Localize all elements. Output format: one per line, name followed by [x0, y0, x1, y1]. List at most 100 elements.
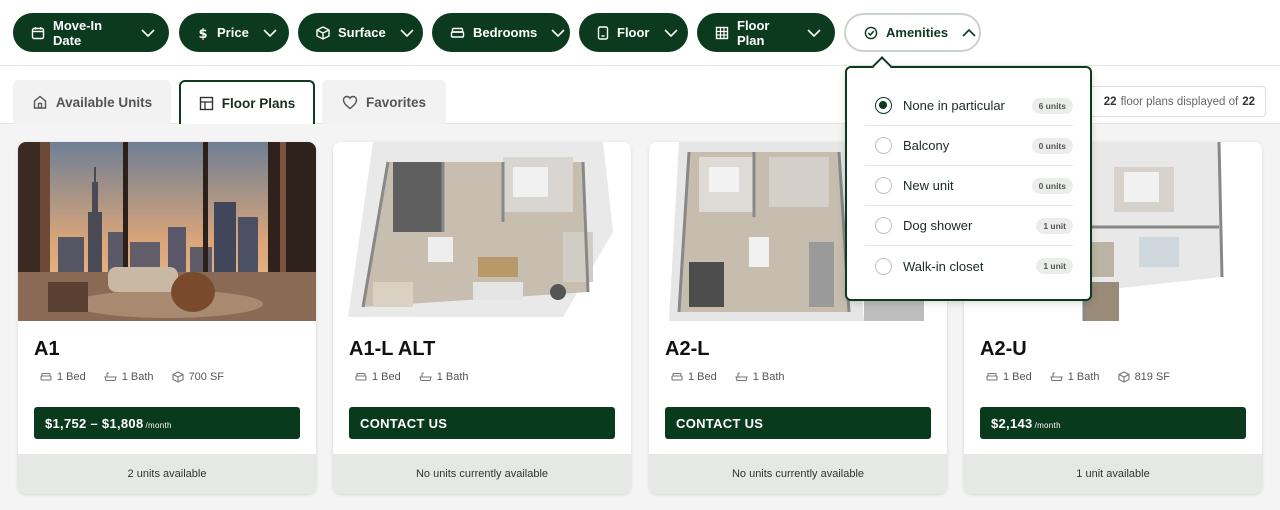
filter-surface[interactable]: Surface	[298, 13, 423, 52]
radio[interactable]	[875, 217, 892, 234]
radio-selected[interactable]	[875, 97, 892, 114]
calendar-icon	[31, 26, 45, 39]
chevron-down-icon	[263, 28, 277, 37]
filter-label: Price	[217, 25, 249, 40]
amenity-option-dog-shower[interactable]: Dog shower 1 unit	[865, 206, 1073, 246]
spec-bath: 1 Bath	[104, 371, 154, 383]
spec-surface: 819 SF	[1118, 371, 1170, 383]
tab-label: Floor Plans	[221, 96, 296, 111]
filter-bar: Move-In Date $ Price Surface Bedrooms Fl…	[0, 0, 1280, 66]
bed-icon	[355, 372, 367, 381]
amenity-option-balcony[interactable]: Balcony 0 units	[865, 126, 1073, 166]
tab-favorites[interactable]: Favorites	[322, 80, 446, 124]
surface-size: 819 SF	[1134, 371, 1171, 383]
amenity-count-badge: 0 units	[1031, 137, 1073, 154]
plan-specs: 1 Bed 1 Bath	[355, 371, 469, 383]
check-circle-icon	[864, 26, 878, 39]
cube-icon	[316, 25, 330, 40]
amenity-option-walk-in-closet[interactable]: Walk-in closet 1 unit	[865, 246, 1073, 286]
radio[interactable]	[875, 137, 892, 154]
amenity-label: Dog shower	[903, 218, 973, 233]
amenity-count-badge: 6 units	[1031, 97, 1073, 114]
amenity-option-new-unit[interactable]: New unit 0 units	[865, 166, 1073, 206]
floor-plan-card[interactable]: A1-L ALT 1 Bed 1 Bath CONTACT US No unit…	[333, 142, 631, 494]
plan-name: A2-U	[980, 338, 1027, 360]
spec-surface: 700 SF	[172, 371, 224, 383]
card-image-3d-floor-plan	[333, 142, 631, 321]
amenity-label: Balcony	[903, 138, 950, 153]
bed-icon	[671, 372, 683, 381]
plan-specs: 1 Bed 1 Bath	[671, 371, 785, 383]
amenity-count-badge: 1 unit	[1036, 258, 1073, 274]
bed-count: 1 Bed	[688, 371, 717, 383]
dollar-icon: $	[198, 27, 207, 40]
price-unit: /month	[1034, 420, 1061, 430]
home-icon	[33, 95, 47, 109]
spec-bed: 1 Bed	[986, 371, 1032, 383]
availability-status: No units currently available	[333, 454, 631, 494]
floorplan-icon	[199, 96, 213, 111]
filter-label: Floor Plan	[737, 17, 770, 48]
amenity-option-none[interactable]: None in particular 6 units	[865, 86, 1073, 126]
availability-status: 1 unit available	[964, 454, 1262, 494]
contact-label: CONTACT US	[676, 415, 764, 431]
plan-name: A1	[34, 338, 60, 360]
cube-icon	[172, 371, 184, 383]
contact-us-button[interactable]: CONTACT US	[349, 407, 615, 439]
filter-label: Floor	[617, 25, 650, 40]
radio[interactable]	[875, 257, 892, 275]
amenity-label: Walk-in closet	[903, 258, 984, 274]
cube-icon	[1118, 371, 1130, 383]
bath-icon	[419, 372, 432, 382]
bed-icon	[40, 372, 52, 381]
results-count: 22 floor plans displayed of 22	[1080, 86, 1266, 117]
filter-bedrooms[interactable]: Bedrooms	[432, 13, 570, 52]
tab-floor-plans[interactable]: Floor Plans	[179, 80, 315, 125]
chevron-up-icon	[962, 28, 976, 37]
filter-label: Amenities	[886, 25, 949, 40]
shown-count: 22	[1103, 95, 1117, 108]
card-image-city-view	[18, 142, 316, 321]
price-value: $2,143	[991, 415, 1033, 431]
filter-label: Move-In Date	[53, 17, 103, 48]
plan-specs: 1 Bed 1 Bath 700 SF	[40, 371, 224, 383]
contact-label: CONTACT US	[360, 415, 448, 431]
bed-icon	[986, 372, 998, 381]
bath-icon	[1050, 372, 1063, 382]
radio[interactable]	[875, 177, 892, 194]
price-button[interactable]: $1,752 – $1,808/month	[34, 407, 300, 439]
tab-label: Favorites	[365, 94, 427, 110]
chevron-down-icon	[551, 28, 565, 37]
tab-available-units[interactable]: Available Units	[13, 80, 171, 124]
bath-count: 1 Bath	[436, 371, 469, 383]
bed-count: 1 Bed	[372, 371, 401, 383]
filter-floor[interactable]: Floor	[579, 13, 688, 52]
amenity-count-badge: 0 units	[1031, 177, 1073, 194]
bed-count: 1 Bed	[57, 371, 86, 383]
spec-bath: 1 Bath	[419, 371, 469, 383]
filter-amenities[interactable]: Amenities	[844, 13, 981, 52]
floor-plan-card[interactable]: A1 1 Bed 1 Bath 700 SF $1,752 – $1,808/m…	[18, 142, 316, 494]
filter-floor-plan[interactable]: Floor Plan	[697, 13, 835, 52]
amenity-label: New unit	[903, 178, 954, 193]
grid-icon	[715, 26, 729, 39]
chevron-down-icon	[807, 28, 821, 37]
bed-count: 1 Bed	[1003, 371, 1032, 383]
plan-specs: 1 Bed 1 Bath 819 SF	[986, 371, 1170, 383]
price-button[interactable]: $2,143/month	[980, 407, 1246, 439]
bath-icon	[104, 372, 117, 382]
filter-label: Bedrooms	[473, 25, 538, 40]
total-count: 22	[1242, 95, 1255, 108]
filter-move-in-date[interactable]: Move-In Date	[13, 13, 169, 52]
amenity-label: None in particular	[903, 98, 1005, 113]
bed-icon	[450, 27, 465, 38]
spec-bed: 1 Bed	[355, 371, 401, 383]
amenities-dropdown: None in particular 6 units Balcony 0 uni…	[845, 56, 1092, 301]
bath-icon	[735, 372, 748, 382]
heart-icon	[342, 95, 358, 109]
chevron-down-icon	[400, 28, 414, 37]
contact-us-button[interactable]: CONTACT US	[665, 407, 931, 439]
filter-price[interactable]: $ Price	[179, 13, 289, 52]
spec-bath: 1 Bath	[735, 371, 785, 383]
bath-count: 1 Bath	[121, 371, 154, 383]
